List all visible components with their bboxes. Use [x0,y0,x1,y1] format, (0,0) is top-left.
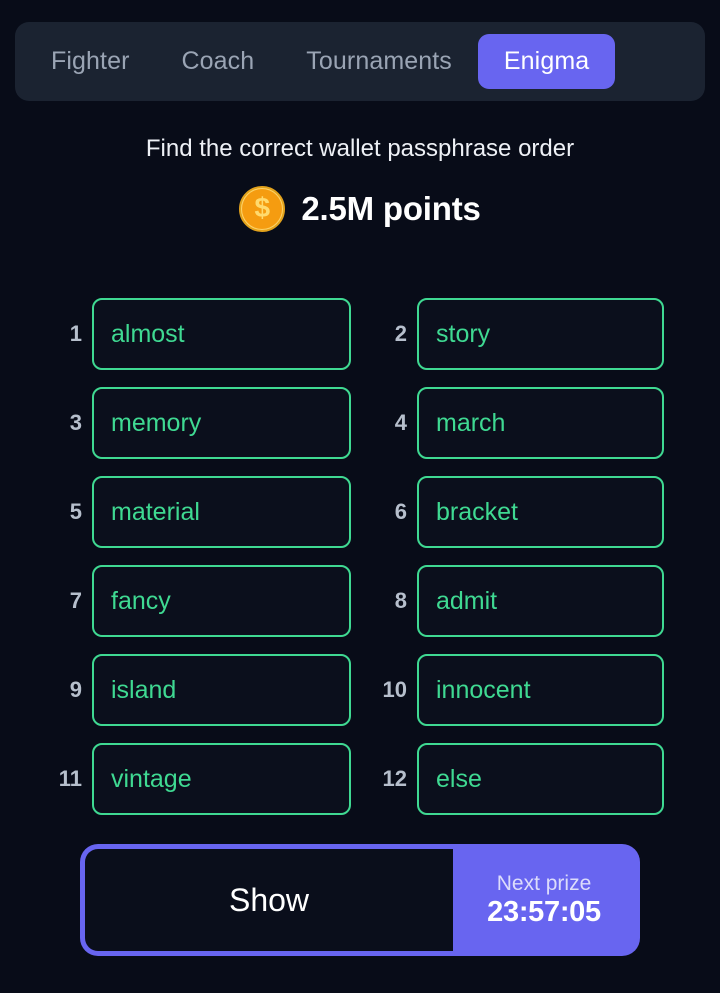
passphrase-slot[interactable]: 3 memory [56,387,360,459]
slot-index: 3 [69,410,82,435]
passphrase-slot[interactable]: 7 fancy [56,565,360,637]
tab-bar: Fighter Coach Tournaments Enigma [15,22,705,101]
action-bar: Show Next prize 23:57:05 [80,844,640,956]
slot-index: 4 [394,410,407,435]
passphrase-slot[interactable]: 12 else [360,743,664,815]
passphrase-slot[interactable]: 1 almost [56,298,360,370]
passphrase-slot[interactable]: 5 material [56,476,360,548]
passphrase-slot[interactable]: 9 island [56,654,360,726]
slot-word[interactable]: innocent [417,654,664,726]
passphrase-slot[interactable]: 11 vintage [56,743,360,815]
slot-word[interactable]: vintage [92,743,351,815]
slot-word[interactable]: bracket [417,476,664,548]
slot-index: 12 [382,766,407,791]
passphrase-slot[interactable]: 2 story [360,298,664,370]
tab-fighter[interactable]: Fighter [25,34,156,89]
passphrase-slot[interactable]: 6 bracket [360,476,664,548]
passphrase-slot[interactable]: 8 admit [360,565,664,637]
points-value: 2.5M points [301,190,481,227]
points-row: $ 2.5M points [0,186,720,232]
tab-tournaments[interactable]: Tournaments [280,34,478,89]
tab-coach[interactable]: Coach [156,34,281,89]
slot-index: 11 [58,766,82,791]
slot-index: 10 [382,677,407,702]
next-prize-panel: Next prize 23:57:05 [453,849,635,951]
slot-word[interactable]: almost [92,298,351,370]
slot-word[interactable]: island [92,654,351,726]
coin-dollar-symbol: $ [254,192,271,223]
slot-index: 6 [394,499,407,524]
coin-icon: $ [239,186,286,232]
slot-word[interactable]: else [417,743,664,815]
slot-index: 9 [69,677,82,702]
enigma-screen: Fighter Coach Tournaments Enigma Find th… [0,0,720,993]
slot-index: 5 [69,499,82,524]
slot-word[interactable]: memory [92,387,351,459]
slot-index: 2 [394,321,407,346]
slot-word[interactable]: admit [417,565,664,637]
show-button[interactable]: Show [85,849,453,951]
slot-word[interactable]: fancy [92,565,351,637]
slot-word[interactable]: story [417,298,664,370]
next-prize-timer: 23:57:05 [487,895,601,928]
slot-index: 1 [69,321,82,346]
tab-enigma[interactable]: Enigma [477,34,616,89]
page-subtitle: Find the correct wallet passphrase order [145,135,575,162]
passphrase-grid: 1 almost 2 story 3 memory 4 march 5 mate… [0,298,720,815]
next-prize-label: Next prize [496,871,592,895]
slot-word[interactable]: march [417,387,664,459]
passphrase-slot[interactable]: 4 march [360,387,664,459]
slot-index: 7 [69,588,82,613]
passphrase-slot[interactable]: 10 innocent [360,654,664,726]
slot-word[interactable]: material [92,476,351,548]
slot-index: 8 [394,588,407,613]
